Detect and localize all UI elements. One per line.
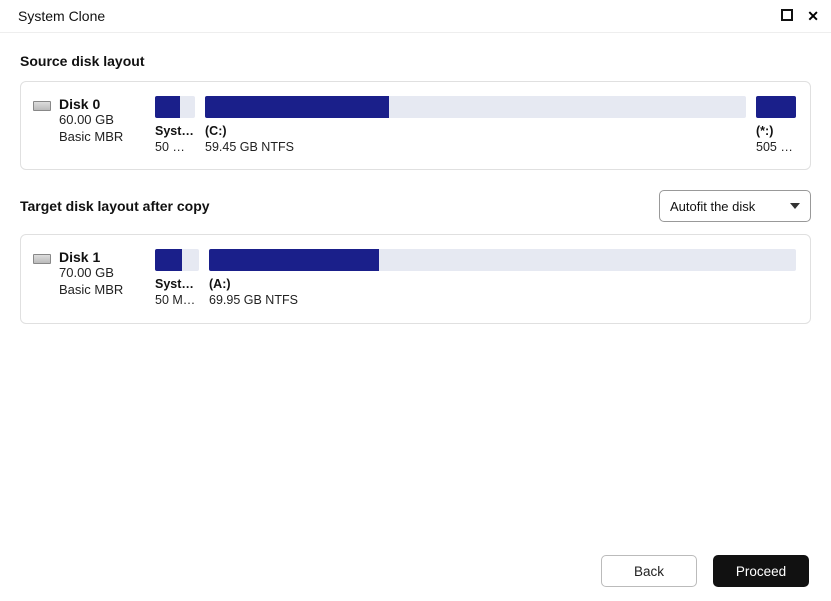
source-partitions: Syste… 50 MB… (C:) 59.45 GB NTFS (*:) 50… bbox=[155, 96, 796, 155]
partition-label: System… bbox=[155, 277, 199, 293]
source-disk-type: Basic MBR bbox=[59, 129, 143, 146]
maximize-icon[interactable] bbox=[781, 8, 793, 24]
target-disk-type: Basic MBR bbox=[59, 282, 143, 299]
content: Source disk layout Disk 0 60.00 GB Basic… bbox=[0, 33, 831, 324]
partition-fill bbox=[155, 249, 182, 271]
partition-sublabel: 59.45 GB NTFS bbox=[205, 140, 746, 156]
partition-label: (A:) bbox=[209, 277, 796, 293]
close-icon[interactable]: ✕ bbox=[807, 10, 819, 22]
partition-fill bbox=[155, 96, 180, 118]
source-partition-0[interactable]: Syste… 50 MB… bbox=[155, 96, 195, 155]
disk-icon bbox=[33, 101, 51, 111]
window-controls: ✕ bbox=[781, 8, 819, 24]
target-partition-1[interactable]: (A:) 69.95 GB NTFS bbox=[209, 249, 796, 308]
source-partition-2[interactable]: (*:) 505 M… bbox=[756, 96, 796, 155]
partition-sublabel: 50 MB … bbox=[155, 293, 199, 309]
partition-fill bbox=[205, 96, 389, 118]
source-partition-1[interactable]: (C:) 59.45 GB NTFS bbox=[205, 96, 746, 155]
source-section-label: Source disk layout bbox=[20, 53, 811, 69]
partition-fill bbox=[756, 96, 796, 118]
source-disk-card: Disk 0 60.00 GB Basic MBR Syste… 50 MB… … bbox=[20, 81, 811, 170]
chevron-down-icon bbox=[790, 203, 800, 209]
target-disk-info: Disk 1 70.00 GB Basic MBR bbox=[33, 249, 143, 299]
source-disk-name: Disk 0 bbox=[59, 96, 100, 112]
target-disk-size: 70.00 GB bbox=[59, 265, 143, 282]
partition-sublabel: 69.95 GB NTFS bbox=[209, 293, 796, 309]
titlebar: System Clone ✕ bbox=[0, 0, 831, 33]
partition-sublabel: 505 M… bbox=[756, 140, 796, 156]
proceed-button[interactable]: Proceed bbox=[713, 555, 809, 587]
window-title: System Clone bbox=[18, 8, 105, 24]
target-header: Target disk layout after copy Autofit th… bbox=[20, 190, 811, 222]
partition-label: (*:) bbox=[756, 124, 796, 140]
target-partitions: System… 50 MB … (A:) 69.95 GB NTFS bbox=[155, 249, 796, 308]
source-disk-info: Disk 0 60.00 GB Basic MBR bbox=[33, 96, 143, 146]
partition-sublabel: 50 MB… bbox=[155, 140, 195, 156]
target-partition-0[interactable]: System… 50 MB … bbox=[155, 249, 199, 308]
partition-label: (C:) bbox=[205, 124, 746, 140]
fit-mode-dropdown[interactable]: Autofit the disk bbox=[659, 190, 811, 222]
partition-label: Syste… bbox=[155, 124, 195, 140]
back-button[interactable]: Back bbox=[601, 555, 697, 587]
target-disk-card: Disk 1 70.00 GB Basic MBR System… 50 MB … bbox=[20, 234, 811, 323]
target-disk-name: Disk 1 bbox=[59, 249, 100, 265]
disk-icon bbox=[33, 254, 51, 264]
source-disk-size: 60.00 GB bbox=[59, 112, 143, 129]
footer: Back Proceed bbox=[0, 555, 831, 587]
target-section-label: Target disk layout after copy bbox=[20, 198, 210, 214]
partition-fill bbox=[209, 249, 379, 271]
dropdown-value: Autofit the disk bbox=[670, 199, 755, 214]
